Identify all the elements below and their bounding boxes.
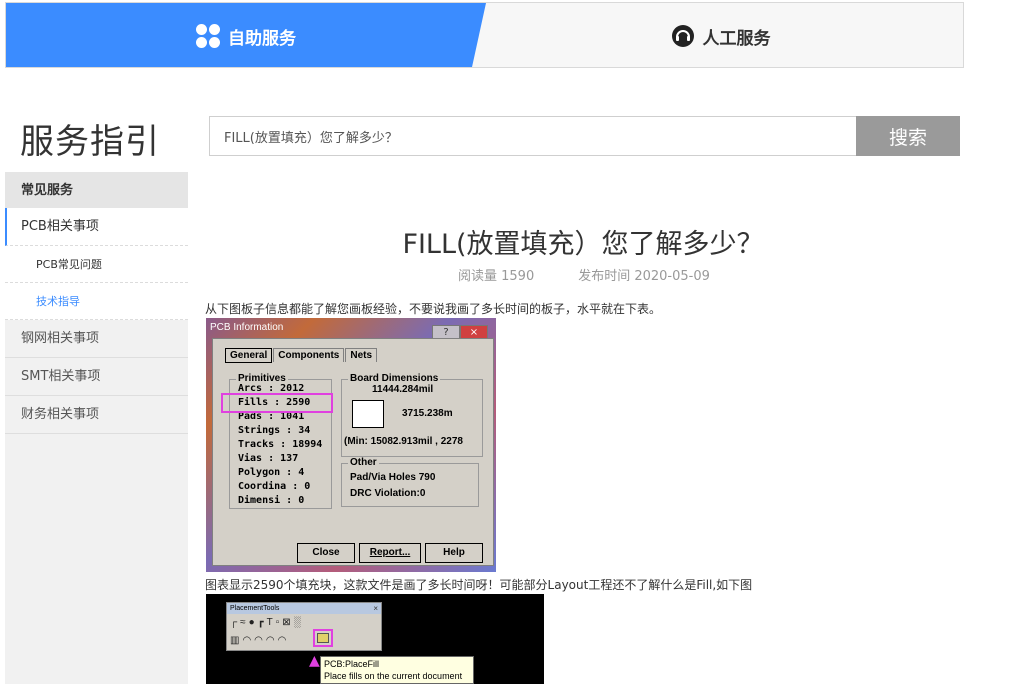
search-input[interactable] [209,116,856,156]
tooltip-description: Place fills on the current document [324,671,463,681]
other-label: Other [348,457,379,468]
primitive-row: Coordina : 0 [238,481,311,492]
sidebar-subitem-pcb-faq[interactable]: PCB常见问题 [5,246,188,283]
place-fill-icon [313,629,333,647]
tab-human-service[interactable]: 人工服务 [476,3,963,67]
dialog-tab-nets: Nets [345,348,378,362]
search-button[interactable]: 搜索 [856,116,960,156]
tooltip-title: PCB:PlaceFill [324,659,380,669]
primitive-row: Strings : 34 [238,425,311,436]
pcb-info-screenshot: PCB Information ? × General Components Nets… [206,318,496,572]
article-meta: 阅读量 1590 发布时间 2020-05-09 [458,265,754,284]
board-height: 3715.238m [402,408,453,419]
dialog-close-button: Close [297,543,355,563]
dialog-report-button: Report... [359,543,421,563]
sidebar-header: 常见服务 [5,172,188,208]
board-outline-icon [352,400,384,428]
headset-icon [671,25,694,47]
close-icon: × [373,604,378,613]
sidebar-item-pcb[interactable]: PCB相关事项 [5,208,188,246]
tab-self-service-label: 自助服务 [228,28,296,49]
tooltip: PCB:PlaceFill Place fills on the current… [320,656,474,684]
article-title: FILL(放置填充）您了解多少？ [402,229,764,260]
pad-via-holes: Pad/Via Holes 790 [350,472,436,483]
grid-icon [196,24,220,48]
sidebar-item-stencil[interactable]: 钢网相关事项 [5,320,188,358]
tab-human-service-label: 人工服务 [702,28,771,49]
dialog-body: General Components Nets Primitives Arcs : … [212,338,494,566]
drc-violation: DRC Violation:0 [350,488,426,499]
publish-time: 发布时间 2020-05-09 [578,269,710,284]
sidebar: 常见服务 PCB相关事项 PCB常见问题 技术指导 钢网相关事项 SMT相关事项… [5,172,188,684]
other-group: Other Pad/Via Holes 790 DRC Violation:0 [341,457,479,507]
service-tabs: 自助服务 人工服务 [5,2,964,68]
board-width: 11444.284mil [372,384,434,395]
placement-tools-title: PlacementTools [227,603,381,614]
board-min: (Min: 15082.913mil , 2278 [344,436,463,447]
dialog-help-button: Help [425,543,483,563]
tab-self-service[interactable]: 自助服务 [6,3,486,67]
dialog-tab-general: General [225,348,273,363]
highlight-box [221,393,333,413]
tool-icons-row: ┌≈●┏T▫⊠░ [230,617,304,628]
read-count: 阅读量 1590 [458,269,535,284]
placement-tools-panel: PlacementTools × ┌≈●┏T▫⊠░ ▥◠◠◠◠ [226,602,382,651]
board-dimensions-label: Board Dimensions [348,373,441,384]
sidebar-subitem-tech-guide[interactable]: 技术指导 [5,283,188,320]
primitive-row: Vias : 137 [238,453,299,464]
dialog-tabs: General Components Nets [225,348,378,363]
placement-tools-screenshot: PlacementTools × ┌≈●┏T▫⊠░ ▥◠◠◠◠ ▲ PCB:Pl… [206,594,544,684]
dialog-title-buttons: ? × [432,320,488,340]
primitive-row: Polygon : 4 [238,467,305,478]
article-paragraph: 从下图板子信息都能了解您画板经验，不要说我画了多长时间的板子，水平就在下表。 [205,302,662,316]
board-dimensions-group: Board Dimensions 11444.284mil 3715.238m … [341,373,483,457]
dialog-tab-components: Components [273,348,345,362]
primitive-row: Dimensi : 0 [238,495,305,506]
tool-icons-row: ▥◠◠◠◠ [230,635,290,646]
arrow-up-icon: ▲ [309,653,320,669]
article-paragraph: 图表显示2590个填充块，这款文件是画了多长时间呀！可能部分Layout工程还不… [205,578,753,592]
sidebar-item-smt[interactable]: SMT相关事项 [5,358,188,396]
primitive-row: Tracks : 18994 [238,439,323,450]
page-title: 服务指引 [20,122,160,162]
sidebar-item-finance[interactable]: 财务相关事项 [5,396,188,434]
